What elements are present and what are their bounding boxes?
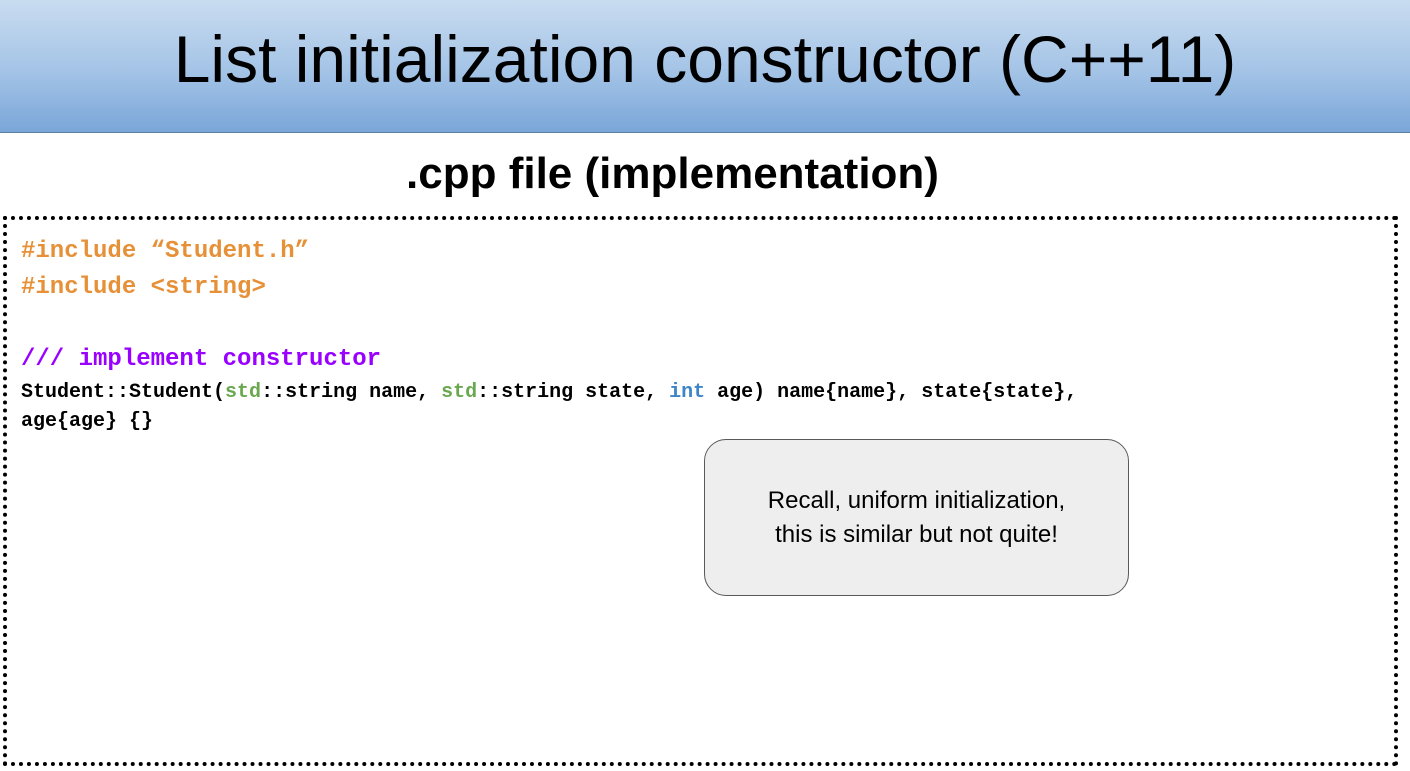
code-token-namespace: std xyxy=(225,381,262,404)
code-token: ::string name, xyxy=(261,381,442,404)
callout-note: Recall, uniform initialization, this is … xyxy=(704,439,1129,596)
code-constructor-continuation: age{age} {} xyxy=(21,410,154,433)
code-comment: /// implement constructor xyxy=(21,346,382,373)
code-constructor-line: Student::Student(std::string name, std::… xyxy=(21,381,1077,404)
code-token: age) name{name}, state{state}, xyxy=(705,381,1078,404)
code-include-string: #include <string> xyxy=(21,274,266,301)
callout-line-2: this is similar but not quite! xyxy=(775,520,1058,548)
section-heading: .cpp file (implementation) xyxy=(406,149,939,198)
callout-line-1: Recall, uniform initialization, xyxy=(767,486,1066,514)
code-token-namespace: std xyxy=(441,381,478,404)
title-bar: List initialization constructor (C++11) xyxy=(0,0,1410,133)
code-token-type: int xyxy=(669,381,706,404)
code-token: Student::Student( xyxy=(21,381,226,404)
code-token: ::string state, xyxy=(477,381,670,404)
code-include-student: #include “Student.h” xyxy=(21,238,310,265)
slide-title: List initialization constructor (C++11) xyxy=(173,22,1237,96)
